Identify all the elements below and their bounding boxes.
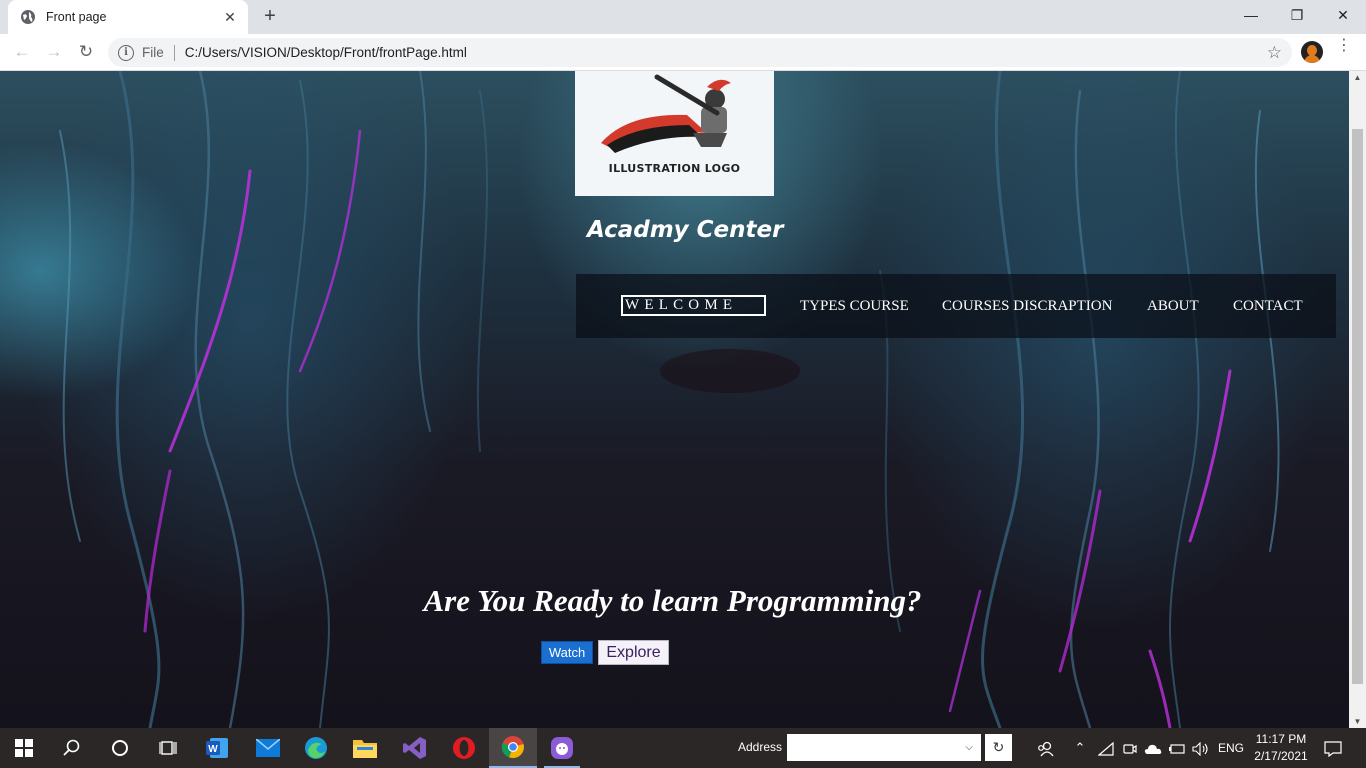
browser-menu-icon[interactable]: ⋮	[1336, 38, 1352, 63]
brand-title: Acadmy Center	[587, 217, 784, 243]
tab-title: Front page	[46, 10, 107, 24]
browser-tab[interactable]: Front page ✕	[8, 0, 248, 34]
hero-headline: Are You Ready to learn Programming?	[423, 583, 922, 618]
watch-button[interactable]: Watch	[541, 641, 593, 664]
url-text[interactable]: C:/Users/VISION/Desktop/Front/frontPage.…	[185, 45, 1267, 60]
main-nav: WELCOME TYPES COURSE COURSES DISCRAPTION…	[576, 274, 1336, 338]
opera-icon[interactable]	[440, 728, 488, 768]
scroll-thumb[interactable]	[1352, 129, 1363, 684]
globe-icon	[21, 10, 35, 24]
info-icon[interactable]: i	[118, 44, 134, 61]
reload-button[interactable]: ↻	[74, 40, 98, 64]
profile-avatar[interactable]	[1301, 41, 1323, 63]
new-tab-button[interactable]: +	[258, 5, 282, 29]
scroll-up-icon[interactable]: ▲	[1349, 73, 1366, 82]
address-toolbar-label: Address	[738, 740, 783, 754]
start-icon[interactable]	[0, 728, 48, 768]
tab-close-icon[interactable]: ✕	[222, 9, 238, 26]
close-window-button[interactable]: ✕	[1320, 0, 1366, 32]
bookmark-star-icon[interactable]: ☆	[1267, 43, 1282, 63]
nav-contact[interactable]: CONTACT	[1233, 274, 1303, 338]
refresh-icon[interactable]: ↻	[985, 734, 1012, 761]
browser-toolbar: ← → ↻ i File C:/Users/VISION/Desktop/Fro…	[0, 34, 1366, 71]
nav-about[interactable]: ABOUT	[1147, 274, 1199, 338]
page-viewport: ILLUSTRATION LOGO Acadmy Center WELCOME …	[0, 71, 1349, 728]
wifi-icon[interactable]	[1096, 728, 1116, 768]
nav-welcome[interactable]: WELCOME	[621, 295, 766, 316]
notifications-icon[interactable]	[1320, 728, 1346, 768]
scheme-label: File	[142, 45, 164, 60]
battery-icon[interactable]	[1166, 728, 1188, 768]
forward-button[interactable]: →	[42, 40, 66, 64]
explore-button[interactable]: Explore	[598, 640, 669, 665]
task-view-icon[interactable]	[144, 728, 192, 768]
people-icon[interactable]	[1034, 728, 1056, 768]
page-scrollbar[interactable]: ▲ ▼	[1349, 71, 1366, 728]
purple-app-icon[interactable]	[538, 728, 586, 768]
minimize-button[interactable]: —	[1228, 0, 1274, 32]
address-bar[interactable]: i File C:/Users/VISION/Desktop/Front/fro…	[108, 38, 1292, 67]
address-separator	[173, 44, 175, 61]
system-clock[interactable]: 11:17 PM 2/17/2021	[1248, 731, 1314, 765]
site-logo[interactable]: ILLUSTRATION LOGO	[575, 71, 774, 196]
address-toolbar-input[interactable]	[787, 734, 981, 761]
edge-icon[interactable]	[292, 728, 340, 768]
onedrive-icon[interactable]	[1142, 728, 1164, 768]
windows-taskbar: W Address ⌵ ↻ ⌃ ENG 11:17 PM 2/17/2021	[0, 728, 1366, 768]
logo-text: ILLUSTRATION LOGO	[608, 162, 741, 175]
browser-tab-strip: Front page ✕ + — ❐ ✕	[0, 0, 1366, 34]
restore-button[interactable]: ❐	[1274, 0, 1320, 32]
clock-time: 11:17 PM	[1255, 732, 1307, 746]
volume-icon[interactable]	[1190, 728, 1212, 768]
back-button[interactable]: ←	[10, 40, 34, 64]
knight-logo-icon	[601, 74, 731, 153]
language-indicator[interactable]: ENG	[1216, 728, 1246, 768]
word-icon[interactable]: W	[194, 728, 242, 768]
nav-types-course[interactable]: TYPES COURSE	[800, 274, 909, 338]
chevron-down-icon[interactable]: ⌵	[957, 734, 981, 761]
cortana-icon[interactable]	[96, 728, 144, 768]
chevron-up-icon[interactable]: ⌃	[1070, 728, 1090, 768]
chrome-icon[interactable]	[489, 728, 537, 768]
file-explorer-icon[interactable]	[341, 728, 389, 768]
mail-icon[interactable]	[244, 728, 292, 768]
svg-text:W: W	[208, 744, 218, 755]
visual-studio-icon[interactable]	[391, 728, 439, 768]
clock-date: 2/17/2021	[1254, 749, 1308, 763]
nav-courses-description[interactable]: COURSES DISCRAPTION	[942, 274, 1112, 338]
search-icon[interactable]	[48, 728, 96, 768]
meet-now-icon[interactable]	[1120, 728, 1140, 768]
scroll-down-icon[interactable]: ▼	[1349, 717, 1366, 726]
